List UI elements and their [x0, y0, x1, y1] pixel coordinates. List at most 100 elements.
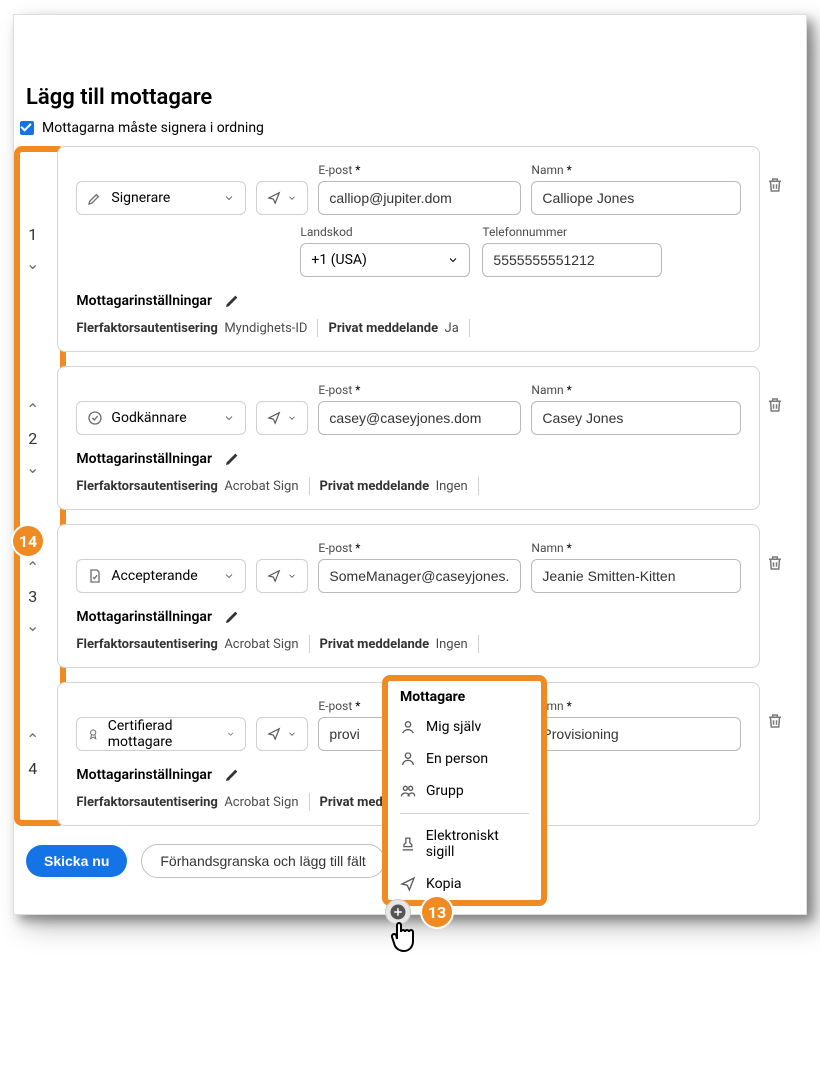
popover-item-cc[interactable]: Kopia	[388, 868, 541, 900]
sign-in-order-row: Mottagarna måste signera i ordning	[20, 120, 786, 136]
chevron-down-icon	[287, 193, 297, 203]
chevron-down-icon	[287, 413, 297, 423]
chevron-down-icon	[223, 570, 235, 582]
pointer-hand-cursor-icon	[387, 917, 421, 957]
delivery-select[interactable]	[256, 181, 308, 215]
email-label: E-post *	[318, 163, 521, 177]
order-handle[interactable]: 1⌄	[14, 146, 51, 352]
move-down-icon[interactable]: ⌄	[26, 254, 39, 273]
country-code-select[interactable]: +1 (USA)	[300, 243, 470, 277]
chevron-down-icon	[223, 412, 235, 424]
email-input[interactable]	[318, 559, 521, 593]
ribbon-icon	[87, 726, 99, 742]
recipient-meta: Flerfaktorsautentisering Myndighets-IDPr…	[76, 319, 741, 337]
order-number: 1	[28, 225, 37, 244]
sign-in-order-checkbox[interactable]	[20, 121, 34, 135]
paper-plane-icon	[267, 727, 281, 741]
paper-plane-icon	[267, 569, 281, 583]
recipient-inputs-row: Accepterande E-post * Namn *	[76, 541, 741, 593]
chevron-down-icon	[226, 728, 235, 740]
recipient-inputs-row: SignerareE-post *Namn *	[76, 163, 741, 215]
role-select[interactable]: Accepterande	[76, 559, 246, 593]
trash-icon	[766, 712, 784, 730]
move-down-icon[interactable]: ⌄	[26, 458, 39, 477]
document-check-icon	[87, 568, 103, 584]
send-now-button[interactable]: Skicka nu	[26, 845, 127, 877]
chevron-down-icon	[287, 571, 297, 581]
recipient-card: Accepterande E-post * Namn * Mottagarinstäl…	[57, 524, 760, 668]
email-label: E-post *	[318, 541, 521, 555]
recipient-card: Godkännare E-post * Namn * Mottagarinställn…	[57, 366, 760, 510]
sign-in-order-label: Mottagarna måste signera i ordning	[42, 120, 264, 136]
popover-item-group[interactable]: Grupp	[388, 775, 541, 807]
popover-title: Mottagare	[388, 681, 541, 711]
recipient-row: ⌃3⌄AccepterandeE-post *Namn *Mottagarins…	[14, 524, 786, 668]
move-up-icon[interactable]: ⌃	[26, 400, 39, 419]
phone-label: Telefonnummer	[482, 225, 662, 239]
paper-plane-icon	[267, 191, 281, 205]
order-handle[interactable]: ⌃4	[14, 682, 51, 826]
name-input[interactable]	[531, 717, 741, 751]
edit-pencil-icon[interactable]	[224, 293, 240, 309]
delivery-select[interactable]	[256, 401, 308, 435]
delete-recipient[interactable]	[764, 146, 786, 352]
recipient-settings-row: Mottagarinställningar	[76, 609, 741, 625]
recipient-card: SignerareE-post *Namn *Landskod+1 (USA)T…	[57, 146, 760, 352]
check-circle-icon	[87, 410, 103, 426]
move-down-icon[interactable]: ⌄	[26, 616, 39, 635]
popover-item-eseal[interactable]: Elektroniskt sigill	[388, 820, 541, 868]
send-copy-icon	[400, 876, 416, 892]
edit-pencil-icon[interactable]	[224, 767, 240, 783]
name-label: Namn *	[531, 541, 741, 555]
email-label: E-post *	[318, 383, 521, 397]
delete-recipient[interactable]	[764, 682, 786, 826]
email-input[interactable]	[318, 401, 521, 435]
popover-item-myself[interactable]: Mig själv	[388, 711, 541, 743]
paper-plane-icon	[267, 411, 281, 425]
order-number: 2	[28, 429, 37, 448]
popover-item-one-person[interactable]: En person	[388, 743, 541, 775]
email-input[interactable]	[318, 181, 521, 215]
move-up-icon[interactable]: ⌃	[26, 730, 39, 749]
role-select[interactable]: Signerare	[76, 181, 246, 215]
stamp-icon	[400, 836, 416, 852]
phone-row: Landskod +1 (USA) Telefonnummer	[300, 225, 741, 277]
popover-divider	[400, 813, 529, 814]
role-label: Godkännare	[111, 410, 186, 426]
name-label: Namn *	[531, 383, 741, 397]
name-input[interactable]	[531, 401, 741, 435]
chevron-down-icon	[287, 729, 297, 739]
move-up-icon[interactable]: ⌃	[26, 558, 39, 577]
recipient-meta: Flerfaktorsautentisering Acrobat SignPri…	[76, 635, 741, 653]
name-label: Namn *	[531, 699, 741, 713]
delete-recipient[interactable]	[764, 366, 786, 510]
delivery-select[interactable]	[256, 717, 308, 751]
edit-pencil-icon[interactable]	[224, 451, 240, 467]
preview-add-fields-button[interactable]: Förhandsgranska och lägg till fält	[141, 844, 384, 878]
role-select[interactable]: Godkännare	[76, 401, 246, 435]
callout-13-badge: 13	[422, 897, 452, 927]
order-handle[interactable]: ⌃ 2 ⌄	[14, 366, 51, 510]
recipient-meta: Flerfaktorsautentisering Acrobat SignPri…	[76, 477, 741, 495]
pen-nib-icon	[87, 190, 103, 206]
page-title: Lägg till mottagare	[26, 85, 786, 110]
edit-pencil-icon[interactable]	[224, 609, 240, 625]
name-input[interactable]	[531, 181, 741, 215]
delete-recipient[interactable]	[764, 524, 786, 668]
recipient-row: 1⌄SignerareE-post *Namn *Landskod+1 (USA…	[14, 146, 786, 352]
country-code-label: Landskod	[300, 225, 470, 239]
name-input[interactable]	[531, 559, 741, 593]
delivery-select[interactable]	[256, 559, 308, 593]
trash-icon	[766, 176, 784, 194]
role-select[interactable]: Certifierad mottagare	[76, 717, 246, 751]
trash-icon	[766, 554, 784, 572]
chevron-down-icon	[447, 254, 459, 266]
phone-input[interactable]	[482, 243, 662, 277]
recipient-settings-row: Mottagarinställningar	[76, 451, 741, 467]
callout-14-badge: 14	[13, 526, 43, 556]
order-number: 4	[28, 759, 37, 778]
recipient-settings-row: Mottagarinställningar	[76, 293, 741, 309]
role-label: Signerare	[111, 190, 170, 206]
frame: Lägg till mottagare Mottagarna måste sig…	[13, 14, 807, 915]
add-recipient-popover: Mottagare Mig själv En person Grupp Elek…	[382, 675, 547, 906]
